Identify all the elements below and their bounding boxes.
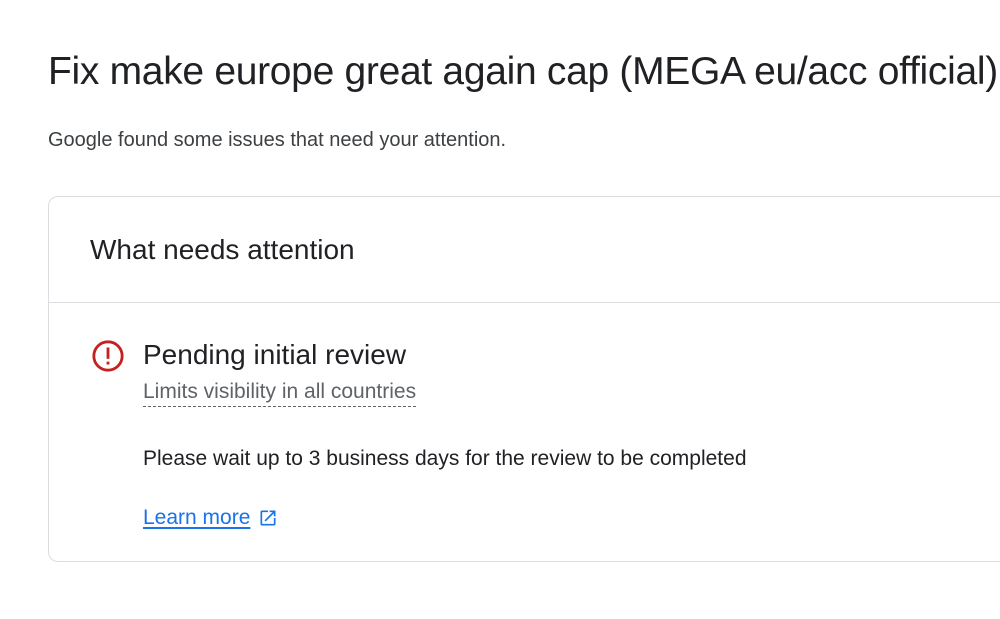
page-subtitle: Google found some issues that need your … [48,129,507,151]
card-title: What needs attention [90,234,355,265]
card-header: What needs attention [49,197,1000,303]
page-title: Fix make europe great again cap (MEGA eu… [48,50,998,93]
page: Fix make europe great again cap (MEGA eu… [0,0,1000,619]
issue-item: Pending initial review Limits visibility… [49,303,1000,561]
open-in-new-icon[interactable] [258,508,278,528]
error-icon [92,340,124,372]
learn-more-link[interactable]: Learn more [143,504,278,532]
issue-title: Pending initial review [143,339,407,370]
issue-description: Please wait up to 3 business days for th… [143,447,747,470]
attention-card: What needs attention Pending initial rev… [48,196,1000,562]
issue-impact-tooltip-trigger[interactable]: Limits visibility in all countries [143,379,417,407]
learn-more-label[interactable]: Learn more [143,504,250,532]
